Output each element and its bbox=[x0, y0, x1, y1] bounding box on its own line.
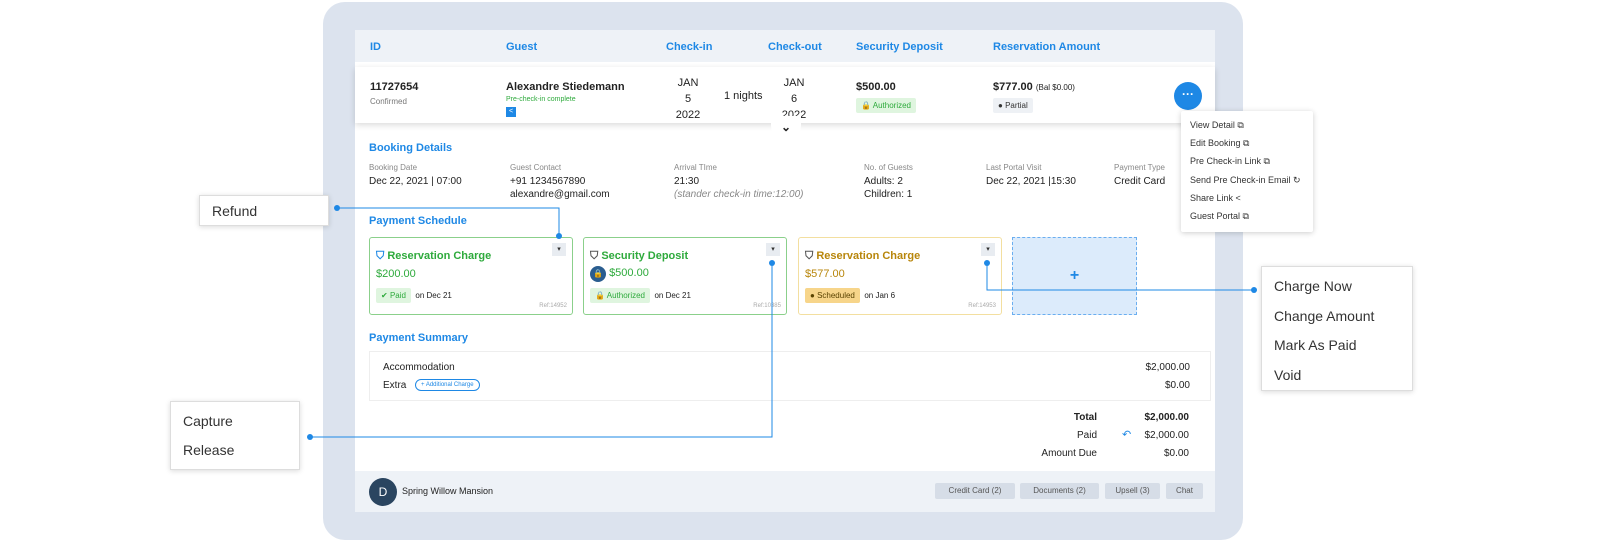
mark-as-paid-option[interactable]: Mark As Paid bbox=[1274, 337, 1356, 353]
deposit-callout: Capture Release bbox=[170, 401, 300, 470]
capture-option[interactable]: Capture bbox=[183, 413, 233, 429]
void-option[interactable]: Void bbox=[1274, 367, 1301, 383]
refund-option[interactable]: Refund bbox=[212, 203, 257, 219]
refund-callout: Refund bbox=[199, 195, 329, 226]
release-option[interactable]: Release bbox=[183, 442, 234, 458]
charge-callout: Charge Now Change Amount Mark As Paid Vo… bbox=[1261, 266, 1413, 391]
change-amount-option[interactable]: Change Amount bbox=[1274, 308, 1374, 324]
charge-now-option[interactable]: Charge Now bbox=[1274, 278, 1352, 294]
